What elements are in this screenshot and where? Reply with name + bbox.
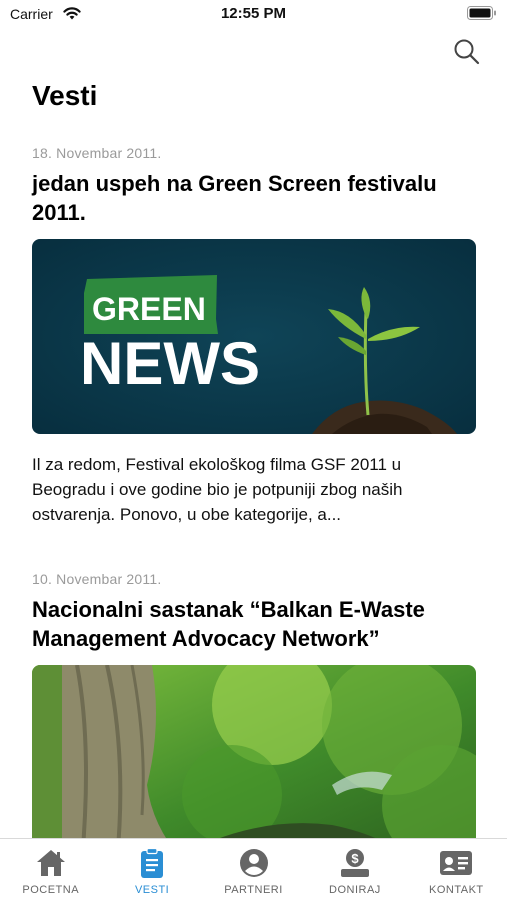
tab-label: KONTAKT xyxy=(429,884,484,896)
tab-bar: POCETNA VESTI PARTNERI $ DONIRAJ KONTAKT xyxy=(0,838,507,901)
battery-icon xyxy=(467,6,496,20)
tab-vesti[interactable]: VESTI xyxy=(101,839,202,901)
article-date: 18. Novembar 2011. xyxy=(32,145,162,161)
article-image[interactable]: GREEN NEWS xyxy=(32,239,476,434)
tab-label: POCETNA xyxy=(22,884,80,896)
user-circle-icon xyxy=(239,849,268,877)
article-image[interactable] xyxy=(32,665,476,860)
article-date: 10. Novembar 2011. xyxy=(32,571,162,587)
news-item[interactable]: 10. Novembar 2011. Nacionalni sastanak “… xyxy=(32,571,476,860)
clipboard-icon xyxy=(141,847,164,878)
image-text-green: GREEN xyxy=(92,291,206,327)
tab-label: PARTNERI xyxy=(224,884,283,896)
page-title: Vesti xyxy=(32,80,98,111)
tab-label: VESTI xyxy=(134,884,170,896)
search-button[interactable] xyxy=(453,38,481,66)
svg-text:$: $ xyxy=(351,851,359,866)
status-time: 12:55 PM xyxy=(220,5,287,22)
status-bar: Carrier 12:55 PM xyxy=(0,0,507,30)
image-text-news: NEWS xyxy=(80,330,260,397)
article-title[interactable]: jedan uspeh na Green Screen festivalu 20… xyxy=(32,169,476,227)
donate-icon: $ xyxy=(340,849,369,877)
tab-pocetna[interactable]: POCETNA xyxy=(0,839,101,901)
home-icon xyxy=(36,850,65,876)
article-excerpt: Il za redom, Festival ekološkog filma GS… xyxy=(32,455,403,524)
contact-card-icon xyxy=(440,851,473,875)
news-item[interactable]: 18. Novembar 2011. jedan uspeh na Green … xyxy=(32,145,476,527)
tab-doniraj[interactable]: $ DONIRAJ xyxy=(304,839,405,901)
search-icon xyxy=(454,39,480,65)
news-feed[interactable]: 18. Novembar 2011. jedan uspeh na Green … xyxy=(32,145,476,904)
article-title[interactable]: Nacionalni sastanak “Balkan E-Waste Mana… xyxy=(32,595,476,653)
tab-kontakt[interactable]: KONTAKT xyxy=(406,839,507,901)
tab-label: DONIRAJ xyxy=(329,884,381,896)
tab-partneri[interactable]: PARTNERI xyxy=(203,839,304,901)
